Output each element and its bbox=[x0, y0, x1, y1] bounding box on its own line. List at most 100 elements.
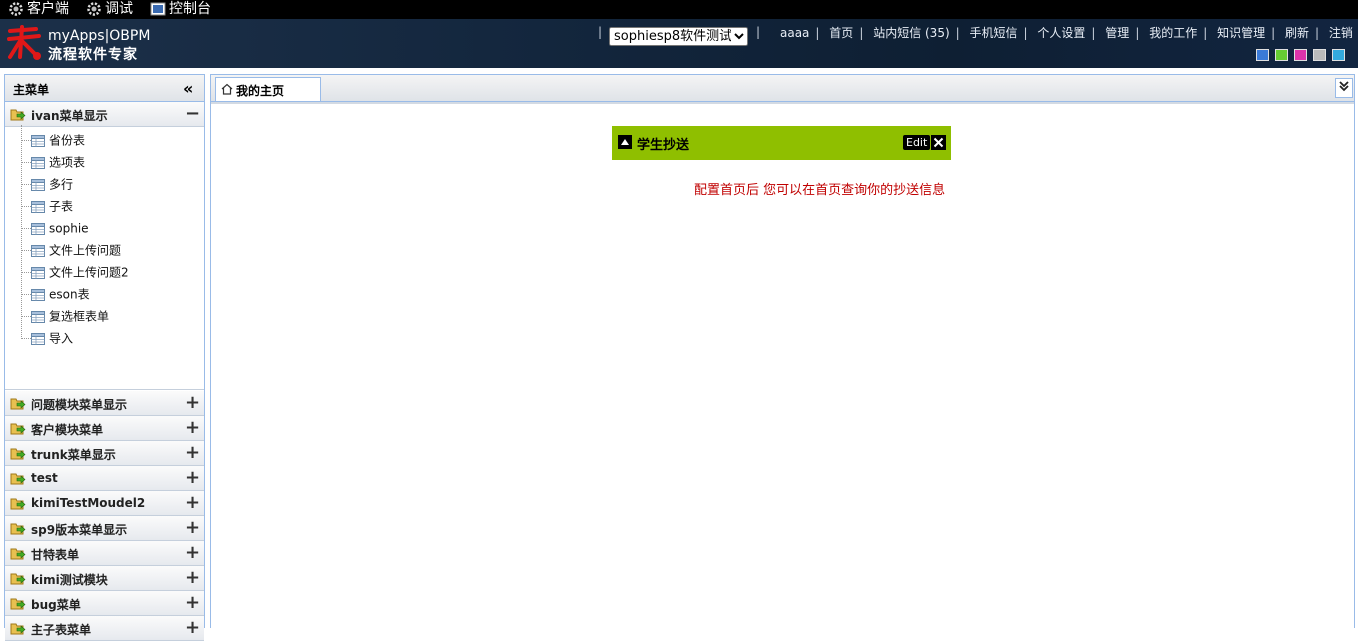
debug-button[interactable]: 调试 bbox=[86, 0, 133, 19]
expand-group-icon[interactable]: + bbox=[185, 492, 200, 513]
menu-group[interactable]: kimi测试模块 + bbox=[5, 566, 204, 591]
client-button[interactable]: 客户端 bbox=[8, 0, 69, 19]
main-menu-title: 主菜单 bbox=[13, 83, 50, 97]
theme-swatch-blue[interactable] bbox=[1256, 49, 1269, 61]
menu-group-label: 客户模块菜单 bbox=[31, 423, 104, 437]
theme-swatch-pink[interactable] bbox=[1294, 49, 1307, 61]
collapse-group-icon[interactable]: − bbox=[185, 103, 200, 124]
menu-item-label: 导入 bbox=[49, 331, 74, 346]
menu-group[interactable]: 主子表菜单 + bbox=[5, 616, 204, 641]
menu-item[interactable]: 文件上传问题 bbox=[31, 241, 121, 259]
nav-my-work[interactable]: 我的工作 bbox=[1149, 26, 1197, 40]
menu-group[interactable]: bug菜单 + bbox=[5, 591, 204, 616]
logo-subtitle: 流程软件专家 bbox=[48, 47, 138, 63]
menu-group-label: 甘特表单 bbox=[31, 548, 80, 562]
app-header: myApps|OBPM 流程软件专家 | sophiesp8软件测试 | aaa… bbox=[0, 19, 1358, 68]
collapse-panel-icon[interactable]: « bbox=[183, 79, 193, 98]
expand-group-icon[interactable]: + bbox=[185, 567, 200, 588]
close-icon[interactable] bbox=[931, 135, 946, 150]
theme-swatch-cyan[interactable] bbox=[1332, 49, 1345, 61]
menu-group[interactable]: kimiTestMoudel2 + bbox=[5, 491, 204, 516]
menu-group-label: kimi测试模块 bbox=[31, 573, 108, 587]
debug-label: 调试 bbox=[105, 1, 133, 17]
collapse-widget-icon[interactable] bbox=[618, 135, 632, 149]
main-panel: 我的主页 学生抄送 Edit 配置首页后 您可以在首页查询你的抄送信息 bbox=[210, 74, 1355, 628]
menu-group-label: test bbox=[31, 471, 58, 485]
expand-group-icon[interactable]: + bbox=[185, 617, 200, 638]
expand-group-icon[interactable]: + bbox=[185, 392, 200, 413]
menu-group[interactable]: trunk菜单显示 + bbox=[5, 441, 204, 466]
separator: | bbox=[756, 25, 761, 39]
menu-group[interactable]: 客户模块菜单 + bbox=[5, 416, 204, 441]
folder-arrow-icon bbox=[10, 423, 26, 435]
menu-group-ivan[interactable]: ivan菜单显示 − bbox=[5, 102, 204, 127]
table-icon bbox=[31, 222, 45, 235]
console-button[interactable]: 控制台 bbox=[150, 0, 211, 19]
console-icon bbox=[150, 2, 166, 15]
menu-item[interactable]: 多行 bbox=[31, 175, 73, 193]
menu-item[interactable]: 复选框表单 bbox=[31, 307, 109, 325]
tab-menu-button[interactable] bbox=[1335, 78, 1353, 98]
application-select[interactable]: sophiesp8软件测试 bbox=[609, 27, 748, 46]
menu-item[interactable]: 选项表 bbox=[31, 153, 85, 171]
menu-group[interactable]: 甘特表单 + bbox=[5, 541, 204, 566]
menu-item[interactable]: 文件上传问题2 bbox=[31, 263, 129, 281]
menu-item[interactable]: sophie bbox=[31, 219, 89, 237]
nav-settings[interactable]: 个人设置 bbox=[1037, 26, 1085, 40]
homepage-content: 学生抄送 Edit 配置首页后 您可以在首页查询你的抄送信息 bbox=[211, 102, 1354, 630]
logo-title: myApps|OBPM bbox=[48, 28, 151, 44]
menu-item-label: 文件上传问题 bbox=[49, 243, 122, 258]
top-nav: aaaa | 首页 | 站内短信 (35) | 手机短信 | 个人设置 | 管理 | 我的工… bbox=[780, 26, 1353, 40]
menu-group-label: trunk菜单显示 bbox=[31, 448, 116, 462]
widget-header: 学生抄送 Edit bbox=[612, 126, 951, 160]
menu-item[interactable]: 省份表 bbox=[31, 131, 85, 149]
table-icon bbox=[31, 266, 45, 279]
table-icon bbox=[31, 310, 45, 323]
menu-item-label: 选项表 bbox=[49, 155, 86, 170]
folder-arrow-icon bbox=[10, 398, 26, 410]
expand-group-icon[interactable]: + bbox=[185, 417, 200, 438]
menu-item-label: 文件上传问题2 bbox=[49, 265, 129, 280]
nav-logout[interactable]: 注销 bbox=[1329, 26, 1353, 40]
folder-arrow-icon bbox=[10, 548, 26, 560]
folder-arrow-icon bbox=[10, 598, 26, 610]
widget-message: 配置首页后 您可以在首页查询你的抄送信息 bbox=[694, 183, 946, 198]
logo bbox=[6, 23, 44, 63]
console-label: 控制台 bbox=[169, 1, 211, 17]
menu-group-label: 问题模块菜单显示 bbox=[31, 398, 128, 412]
nav-refresh[interactable]: 刷新 bbox=[1285, 26, 1309, 40]
nav-home[interactable]: 首页 bbox=[829, 26, 853, 40]
expand-group-icon[interactable]: + bbox=[185, 442, 200, 463]
menu-group[interactable]: test + bbox=[5, 466, 204, 491]
expand-group-icon[interactable]: + bbox=[185, 542, 200, 563]
tab-my-homepage[interactable]: 我的主页 bbox=[215, 77, 321, 101]
nav-user[interactable]: aaaa bbox=[780, 26, 809, 40]
menu-item[interactable]: 子表 bbox=[31, 197, 73, 215]
folder-arrow-icon bbox=[10, 523, 26, 535]
home-icon bbox=[221, 83, 233, 95]
gear-icon bbox=[9, 2, 23, 16]
theme-swatch-green[interactable] bbox=[1275, 49, 1288, 61]
double-chevron-down-icon bbox=[1339, 81, 1349, 92]
folder-arrow-icon bbox=[10, 448, 26, 460]
expand-group-icon[interactable]: + bbox=[185, 517, 200, 538]
nav-messages[interactable]: 站内短信 (35) bbox=[873, 26, 949, 40]
main-menu-header: 主菜单 « bbox=[5, 75, 204, 102]
menu-item[interactable]: eson表 bbox=[31, 285, 90, 303]
client-label: 客户端 bbox=[27, 1, 69, 17]
theme-swatch-gray[interactable] bbox=[1313, 49, 1326, 61]
nav-sms[interactable]: 手机短信 bbox=[970, 26, 1018, 40]
menu-group[interactable]: 问题模块菜单显示 + bbox=[5, 391, 204, 416]
expand-group-icon[interactable]: + bbox=[185, 467, 200, 488]
menu-group-label: ivan菜单显示 bbox=[31, 109, 108, 123]
table-icon bbox=[31, 134, 45, 147]
separator: | bbox=[598, 25, 603, 39]
menu-group-label: sp9版本菜单显示 bbox=[31, 523, 128, 537]
main-menu-panel: 主菜单 « ivan菜单显示 − 省份表选项表多行子表 sophie 文件上传问题文… bbox=[4, 74, 205, 641]
widget-edit-button[interactable]: Edit bbox=[903, 135, 931, 150]
expand-group-icon[interactable]: + bbox=[185, 592, 200, 613]
nav-knowledge[interactable]: 知识管理 bbox=[1217, 26, 1265, 40]
nav-admin[interactable]: 管理 bbox=[1105, 26, 1129, 40]
menu-group[interactable]: sp9版本菜单显示 + bbox=[5, 516, 204, 541]
menu-item[interactable]: 导入 bbox=[31, 329, 73, 347]
